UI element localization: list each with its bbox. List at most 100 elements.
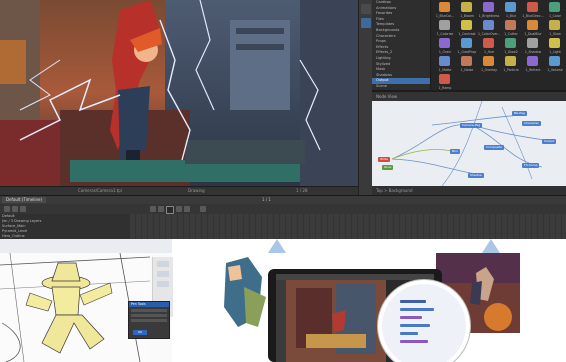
- library-thumbnail-icon: [461, 2, 472, 12]
- viewport-status-mid: Drawing: [188, 188, 205, 193]
- library-item-label: 1_ColorOver...: [478, 32, 500, 36]
- pointer-triangle: [268, 239, 286, 253]
- node[interactable]: Shadow: [468, 173, 484, 178]
- library-thumbnail-icon: [439, 74, 450, 84]
- library-item-label: 1_Color: [549, 14, 561, 18]
- library-item-label: 1_Light: [549, 50, 561, 54]
- dialog-field: [131, 319, 167, 322]
- viewport-status-right: 1 / 28: [296, 188, 308, 193]
- library-thumbnail-icon: [483, 56, 494, 66]
- character-design-art: [218, 257, 270, 339]
- library-thumbnail-icon: [549, 56, 560, 66]
- node[interactable]: Camera-Peg: [460, 123, 483, 128]
- scene-artwork: [0, 0, 358, 186]
- node-view-magnifier: [378, 280, 470, 362]
- node-view-title: Node View: [376, 94, 398, 99]
- first-frame-icon[interactable]: [150, 206, 156, 212]
- library-thumbnail-icon: [549, 38, 560, 48]
- node[interactable]: Write: [378, 157, 390, 162]
- node-view-status-bar: Top > Background: [372, 186, 566, 195]
- timeline-layers: Default Jim / 3 Drawing Layers Surface_Mai…: [0, 214, 566, 240]
- node-view[interactable]: Camera-Peg BG-Peg Character Composite Write G…: [372, 101, 566, 186]
- library-thumbnail-icon: [461, 20, 472, 30]
- magnified-node: [400, 340, 428, 343]
- library-thumbnail-icon: [549, 20, 560, 30]
- library-thumbnail-icon: [439, 38, 450, 48]
- library-item-label: 1_Overlay: [480, 68, 497, 72]
- storyboard-header: [0, 239, 172, 253]
- prev-frame-icon[interactable]: [158, 206, 164, 212]
- pen-tools-dialog: Pen Tools OK: [128, 301, 170, 339]
- library-item[interactable]: 1_Noise: [456, 55, 478, 77]
- tool-icon[interactable]: [361, 18, 371, 28]
- library-item-label: 1_Blur: [505, 14, 517, 18]
- library-thumbnail-icon: [439, 56, 450, 66]
- tool-icon[interactable]: [361, 4, 371, 14]
- magnified-node: [400, 300, 426, 303]
- library-thumbnail-icon: [527, 56, 538, 66]
- library-thumbnail-icon: [461, 56, 472, 66]
- library-item-label: 1_Volume: [547, 68, 563, 72]
- loop-icon[interactable]: [200, 206, 206, 212]
- library-item-label: 1_Matte: [438, 68, 452, 72]
- library-grid: 1_BlurCol... 1_Bloom 1_Brightness 1_Blur 1_B…: [434, 0, 566, 90]
- library-panel: Cardbox Animations Favorites Files Templates…: [372, 0, 566, 94]
- next-frame-icon[interactable]: [176, 206, 182, 212]
- node[interactable]: BG-Peg: [512, 111, 527, 116]
- add-layer-icon[interactable]: [4, 206, 10, 212]
- library-item[interactable]: 1_Volume: [544, 55, 566, 77]
- library-item[interactable]: 1_Particle: [500, 55, 522, 77]
- brush-tool-icon[interactable]: [157, 271, 169, 277]
- library-folder-list: Cardbox Animations Favorites Files Templates…: [372, 0, 431, 94]
- library-thumbnail-icon: [549, 2, 560, 12]
- last-frame-icon[interactable]: [184, 206, 190, 212]
- library-thumbnail-icon: [527, 2, 538, 12]
- library-item[interactable]: 1_Refract: [522, 55, 544, 77]
- tab-timeline[interactable]: Default (Timeline): [2, 197, 47, 203]
- library-item-label: 1_Hue: [484, 50, 494, 54]
- dialog-field: [131, 314, 167, 317]
- node-view-status: Top > Background: [376, 188, 413, 193]
- library-thumbnail-icon: [439, 2, 450, 12]
- delete-layer-icon[interactable]: [12, 206, 18, 212]
- character-design-card: [218, 257, 270, 339]
- dialog-ok-button[interactable]: OK: [133, 330, 147, 335]
- timeline-title: 1 / 1: [262, 197, 271, 202]
- node[interactable]: Character: [522, 121, 541, 126]
- pen-tool-icon[interactable]: [157, 261, 169, 267]
- library-item-label: 1_Noise: [460, 68, 474, 72]
- library-thumbnail-icon: [505, 20, 516, 30]
- library-thumbnail-icon: [527, 20, 538, 30]
- eraser-tool-icon[interactable]: [157, 281, 169, 287]
- library-item-label: 1_Contrast: [458, 32, 476, 36]
- play-icon[interactable]: [166, 206, 174, 214]
- library-item-label: 1_Colorize: [436, 32, 454, 36]
- library-item-label: 1_Shadow: [524, 50, 542, 54]
- library-thumbnail-icon: [505, 2, 516, 12]
- viewport-side-toolbar: [358, 0, 373, 195]
- node[interactable]: Composite: [484, 145, 505, 150]
- library-thumbnail-icon: [483, 20, 494, 30]
- node[interactable]: Blur: [450, 149, 461, 154]
- timeline-tab-bar: Default (Timeline) 1 / 1: [0, 196, 566, 204]
- library-item-label: 1_BlurCol...: [435, 14, 455, 18]
- layer-props-icon[interactable]: [20, 206, 26, 212]
- library-item-label: 1_Cutter: [504, 32, 518, 36]
- library-item-label: 1_DualBlur: [524, 32, 542, 36]
- library-thumbnail-icon: [505, 38, 516, 48]
- timeline-toolbar: [0, 204, 566, 214]
- viewport-status-left: Cameras/Camera1.tpl: [78, 188, 122, 193]
- dialog-title: Pen Tools: [129, 302, 169, 307]
- library-item-label: 1_Glow: [549, 32, 561, 36]
- library-item[interactable]: 1_Overlay: [478, 55, 500, 77]
- library-thumbnail-icon: [461, 38, 472, 48]
- node[interactable]: Output: [542, 139, 557, 144]
- node[interactable]: Glow: [382, 165, 394, 170]
- library-thumbnail-icon: [505, 56, 516, 66]
- magnified-node: [400, 308, 434, 311]
- library-item-label: 1_Bloom: [460, 14, 474, 18]
- library-thumbnail-icon: [483, 38, 494, 48]
- magnified-node: [400, 332, 418, 335]
- node[interactable]: FX-Comp: [522, 163, 540, 168]
- drawing-viewport[interactable]: [0, 0, 358, 186]
